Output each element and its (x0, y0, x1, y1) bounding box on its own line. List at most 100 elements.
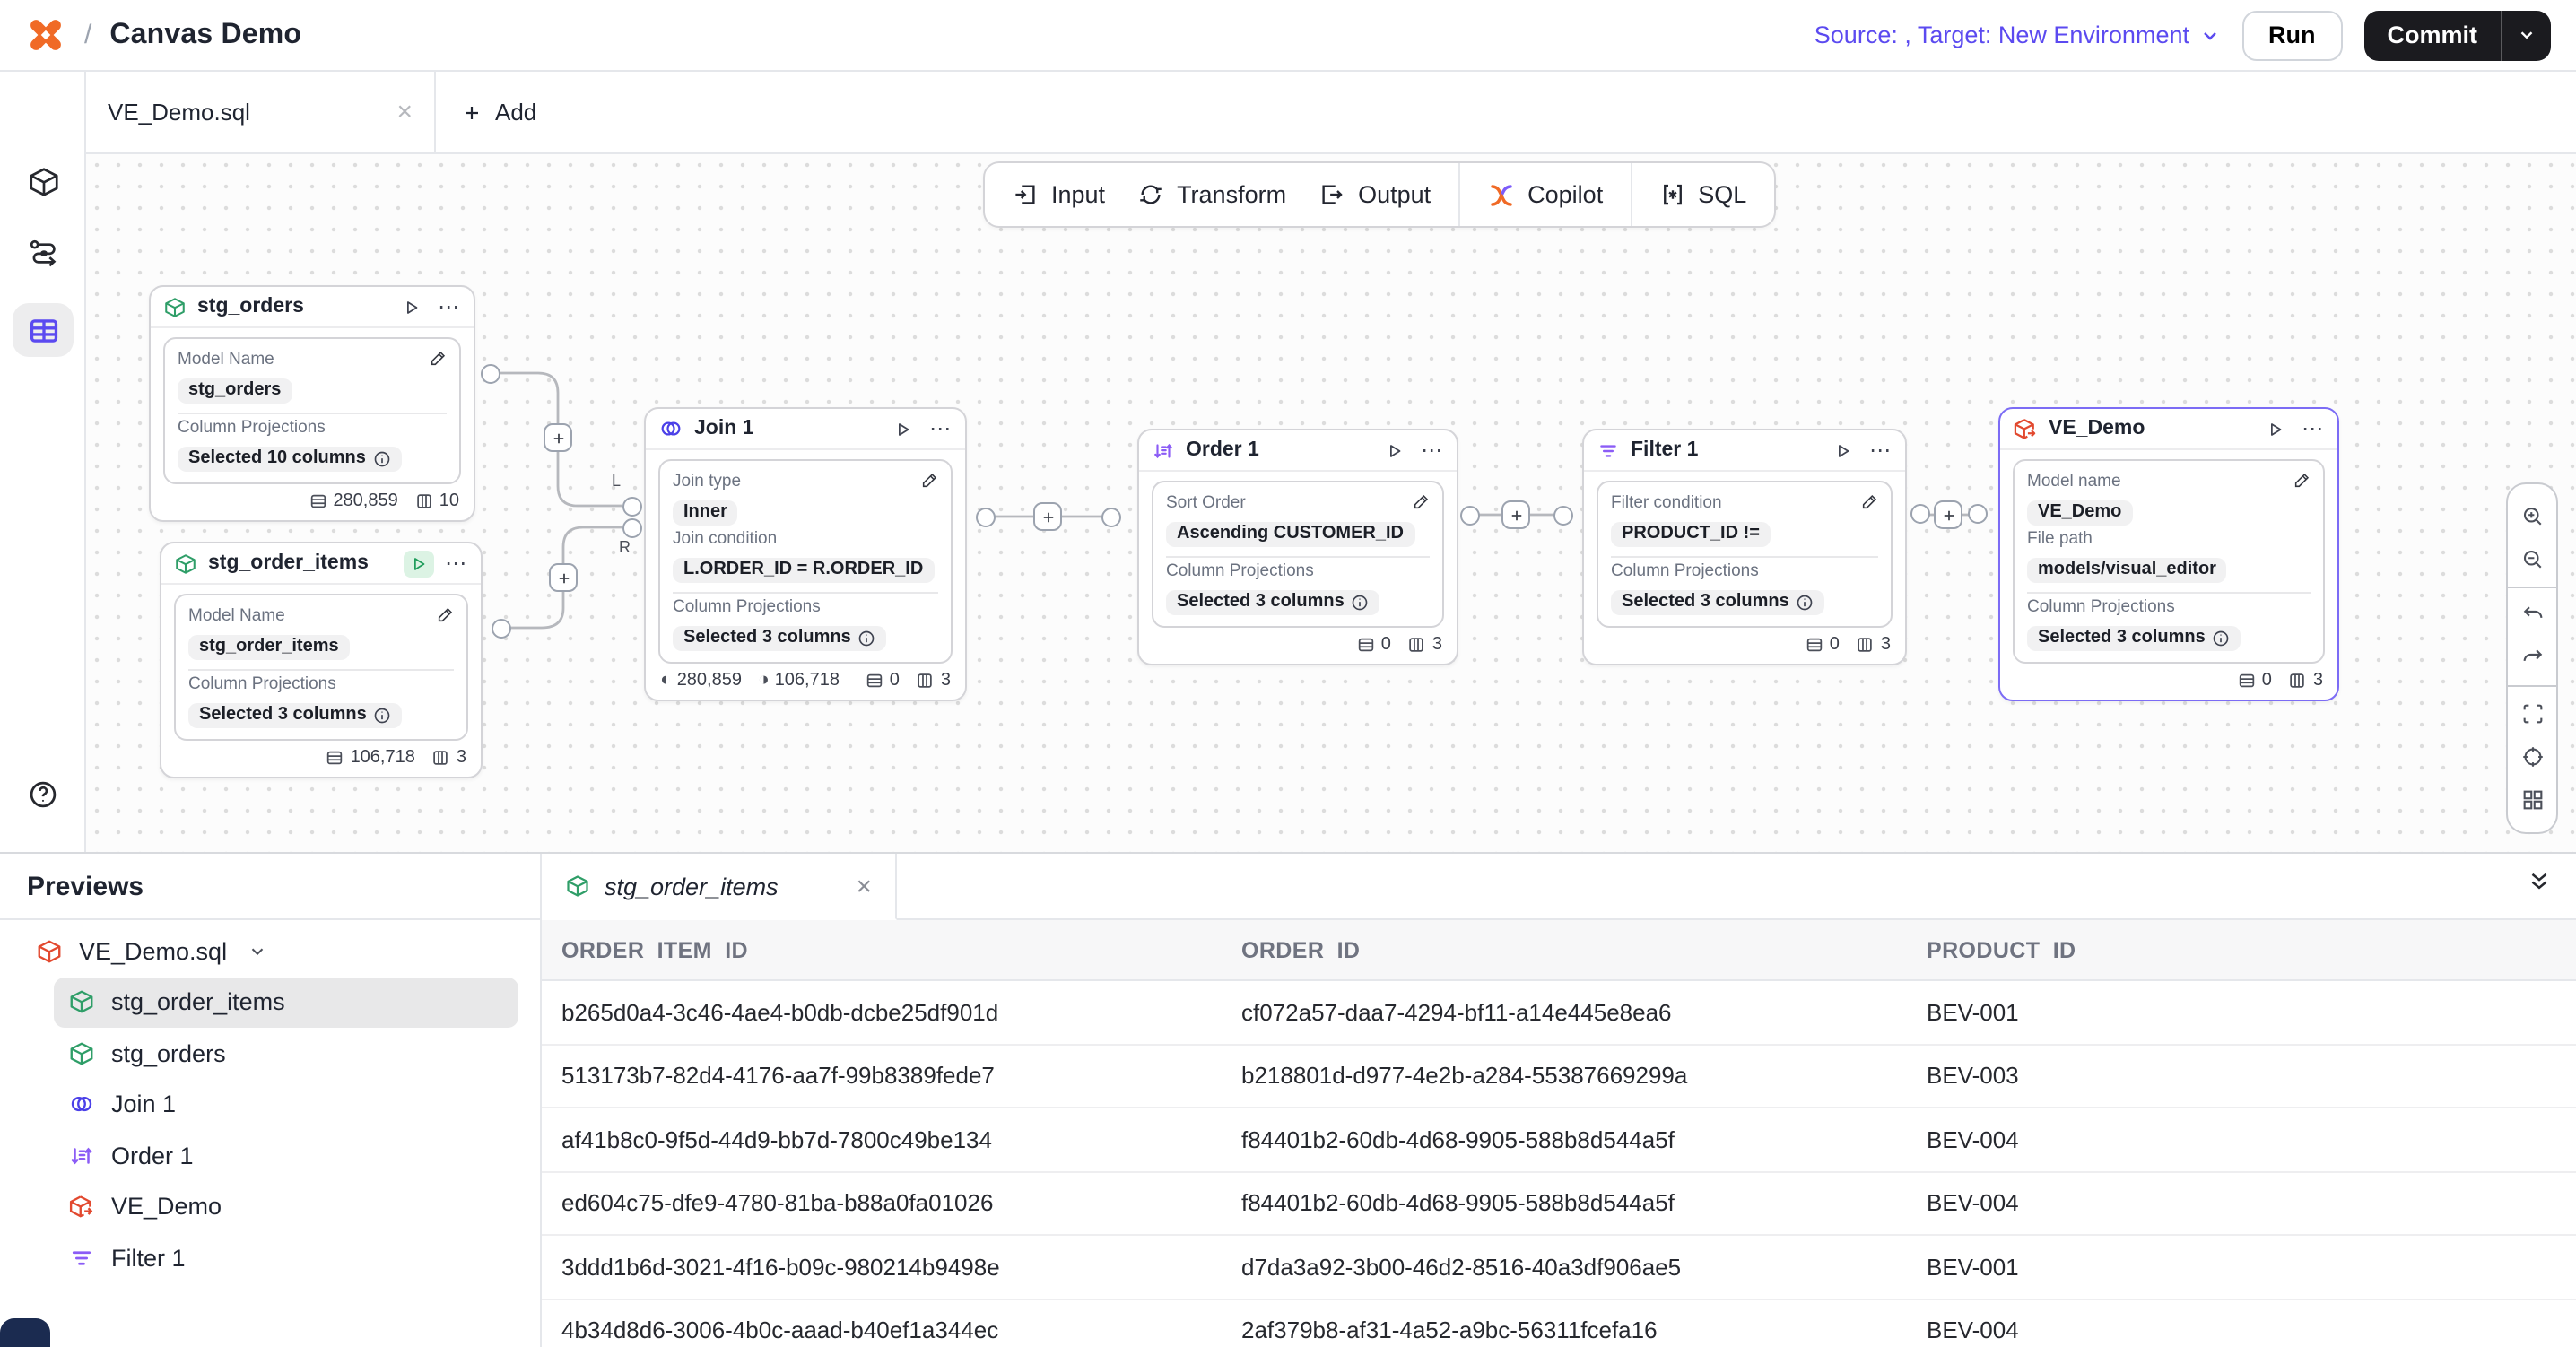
zoom-in-button[interactable] (2508, 495, 2556, 538)
copilot-button[interactable]: Copilot (1486, 180, 1603, 209)
edit-icon[interactable] (2293, 470, 2312, 490)
insert-node-button[interactable] (549, 563, 578, 592)
environment-selector[interactable]: Source: , Target: New Environment (1815, 22, 2220, 48)
port-stg-order-items-out[interactable] (492, 618, 511, 638)
node-menu-button[interactable]: ⋯ (445, 551, 468, 576)
projections-pill: Selected 3 columns (188, 702, 403, 727)
node-order-1[interactable]: Order 1 ⋯ Sort Order Ascending CUSTOMER_… (1137, 429, 1458, 665)
edit-icon[interactable] (920, 470, 940, 490)
node-stg-order-items[interactable]: stg_order_items ⋯ Model Name stg_order_i… (160, 542, 483, 778)
insert-node-button[interactable] (1033, 502, 1062, 531)
column-count: 3 (431, 748, 466, 768)
add-transform-button[interactable]: Transform (1137, 181, 1286, 208)
center-canvas-button[interactable] (2508, 735, 2556, 778)
canvas[interactable]: L R Input Transform Output (86, 154, 2576, 852)
flow-icon (26, 236, 60, 270)
node-filter-1[interactable]: Filter 1 ⋯ Filter condition PRODUCT_ID !… (1582, 429, 1907, 665)
undo-button[interactable] (2508, 594, 2556, 637)
tree-item-ve-demo-sql[interactable]: VE_Demo.sql (22, 926, 518, 977)
node-menu-button[interactable]: ⋯ (1869, 438, 1893, 463)
info-icon[interactable] (1797, 593, 1815, 611)
tree-item-order-1[interactable]: Order 1 (54, 1130, 518, 1181)
port-join-out[interactable] (975, 507, 995, 526)
node-menu-button[interactable]: ⋯ (929, 416, 953, 441)
tree-item-stg-order-items[interactable]: stg_order_items (54, 977, 518, 1028)
node-ve-demo[interactable]: VE_Demo ⋯ Model name VE_Demo File path m… (1998, 407, 2339, 701)
node-join-1[interactable]: Join 1 ⋯ Join type Inner Join condition … (644, 407, 967, 701)
close-preview-tab-icon[interactable]: × (856, 871, 872, 901)
tree-item-ve-demo[interactable]: VE_Demo (54, 1181, 518, 1232)
play-icon (1385, 440, 1405, 460)
add-input-button[interactable]: Input (1012, 181, 1105, 208)
info-icon[interactable] (373, 449, 391, 467)
info-icon[interactable] (374, 706, 392, 724)
node-config-card: Model Name stg_order_items Column Projec… (174, 594, 468, 741)
rows-icon (865, 671, 884, 691)
close-tab-icon[interactable]: × (396, 99, 413, 126)
port-ve-demo-in[interactable] (1967, 504, 1987, 524)
row-count: 0 (1805, 635, 1840, 655)
editor-tab-bar: VE_Demo.sql × Add (86, 72, 2576, 154)
port-filter-in[interactable] (1553, 505, 1572, 525)
tree-item-join-1[interactable]: Join 1 (54, 1079, 518, 1130)
edit-icon[interactable] (436, 604, 456, 624)
half-circle-icon: ◑ (758, 672, 770, 691)
previews-title: Previews (0, 854, 542, 920)
run-node-button[interactable] (888, 415, 918, 442)
tree-item-stg-orders[interactable]: stg_orders (54, 1028, 518, 1079)
port-join-left-in[interactable] (622, 496, 642, 516)
node-menu-button[interactable]: ⋯ (438, 294, 461, 319)
redo-button[interactable] (2508, 637, 2556, 680)
tree-item-filter-1[interactable]: Filter 1 (54, 1232, 518, 1283)
auto-layout-button[interactable] (2508, 778, 2556, 821)
port-order-in[interactable] (1101, 507, 1120, 526)
help-button[interactable] (13, 768, 74, 821)
insert-node-button[interactable] (544, 423, 572, 452)
insert-node-button[interactable] (1501, 500, 1530, 529)
node-menu-button[interactable]: ⋯ (1421, 438, 1444, 463)
zoom-out-button[interactable] (2508, 538, 2556, 581)
help-icon (27, 778, 59, 811)
edit-icon[interactable] (1860, 491, 1880, 511)
commit-label[interactable]: Commit (2364, 10, 2502, 60)
node-menu-button[interactable]: ⋯ (2302, 416, 2325, 441)
node-config-card: Model Name stg_orders Column Projections… (163, 337, 461, 484)
add-tab-button[interactable]: Add (436, 72, 561, 152)
redo-icon (2519, 646, 2545, 671)
port-order-out[interactable] (1459, 505, 1479, 525)
chevron-down-icon[interactable] (247, 942, 266, 961)
info-icon (2213, 629, 2231, 647)
commit-button[interactable]: Commit (2364, 10, 2552, 60)
run-node-button[interactable] (2260, 415, 2291, 442)
run-button[interactable]: Run (2241, 10, 2343, 60)
edit-icon[interactable] (1412, 491, 1432, 511)
tab-ve-demo-sql[interactable]: VE_Demo.sql × (86, 72, 436, 152)
info-icon[interactable] (2213, 629, 2231, 647)
commit-dropdown-button[interactable] (2502, 10, 2551, 60)
edit-icon[interactable] (429, 348, 448, 368)
run-node-button[interactable] (404, 550, 434, 577)
port-stg-orders-out[interactable] (481, 363, 500, 383)
run-node-button[interactable] (1828, 437, 1858, 464)
port-filter-out[interactable] (1910, 504, 1929, 524)
port-join-right-in[interactable] (622, 517, 642, 537)
collapse-panel-button[interactable] (2526, 868, 2553, 895)
run-node-button[interactable] (396, 293, 427, 320)
info-icon[interactable] (1352, 593, 1370, 611)
corner-widget[interactable] (0, 1318, 50, 1347)
add-output-button[interactable]: Output (1318, 181, 1431, 208)
canvas-nav-button[interactable] (13, 303, 74, 357)
tab-label: VE_Demo.sql (108, 99, 250, 126)
sql-button[interactable]: SQL (1658, 181, 1746, 208)
lineage-nav-button[interactable] (13, 226, 74, 280)
info-icon[interactable] (858, 629, 876, 647)
output-label: Output (1358, 181, 1431, 208)
preview-tab-stg-order-items[interactable]: stg_order_items × (542, 854, 897, 920)
models-nav-button[interactable] (13, 154, 74, 208)
node-stg-orders[interactable]: stg_orders ⋯ Model Name stg_orders Colum… (149, 285, 475, 522)
model-cube-icon (68, 989, 95, 1016)
fit-view-button[interactable] (2508, 692, 2556, 735)
brand-x-logo[interactable] (25, 14, 66, 56)
run-node-button[interactable] (1379, 437, 1410, 464)
insert-node-button[interactable] (1934, 500, 1962, 529)
